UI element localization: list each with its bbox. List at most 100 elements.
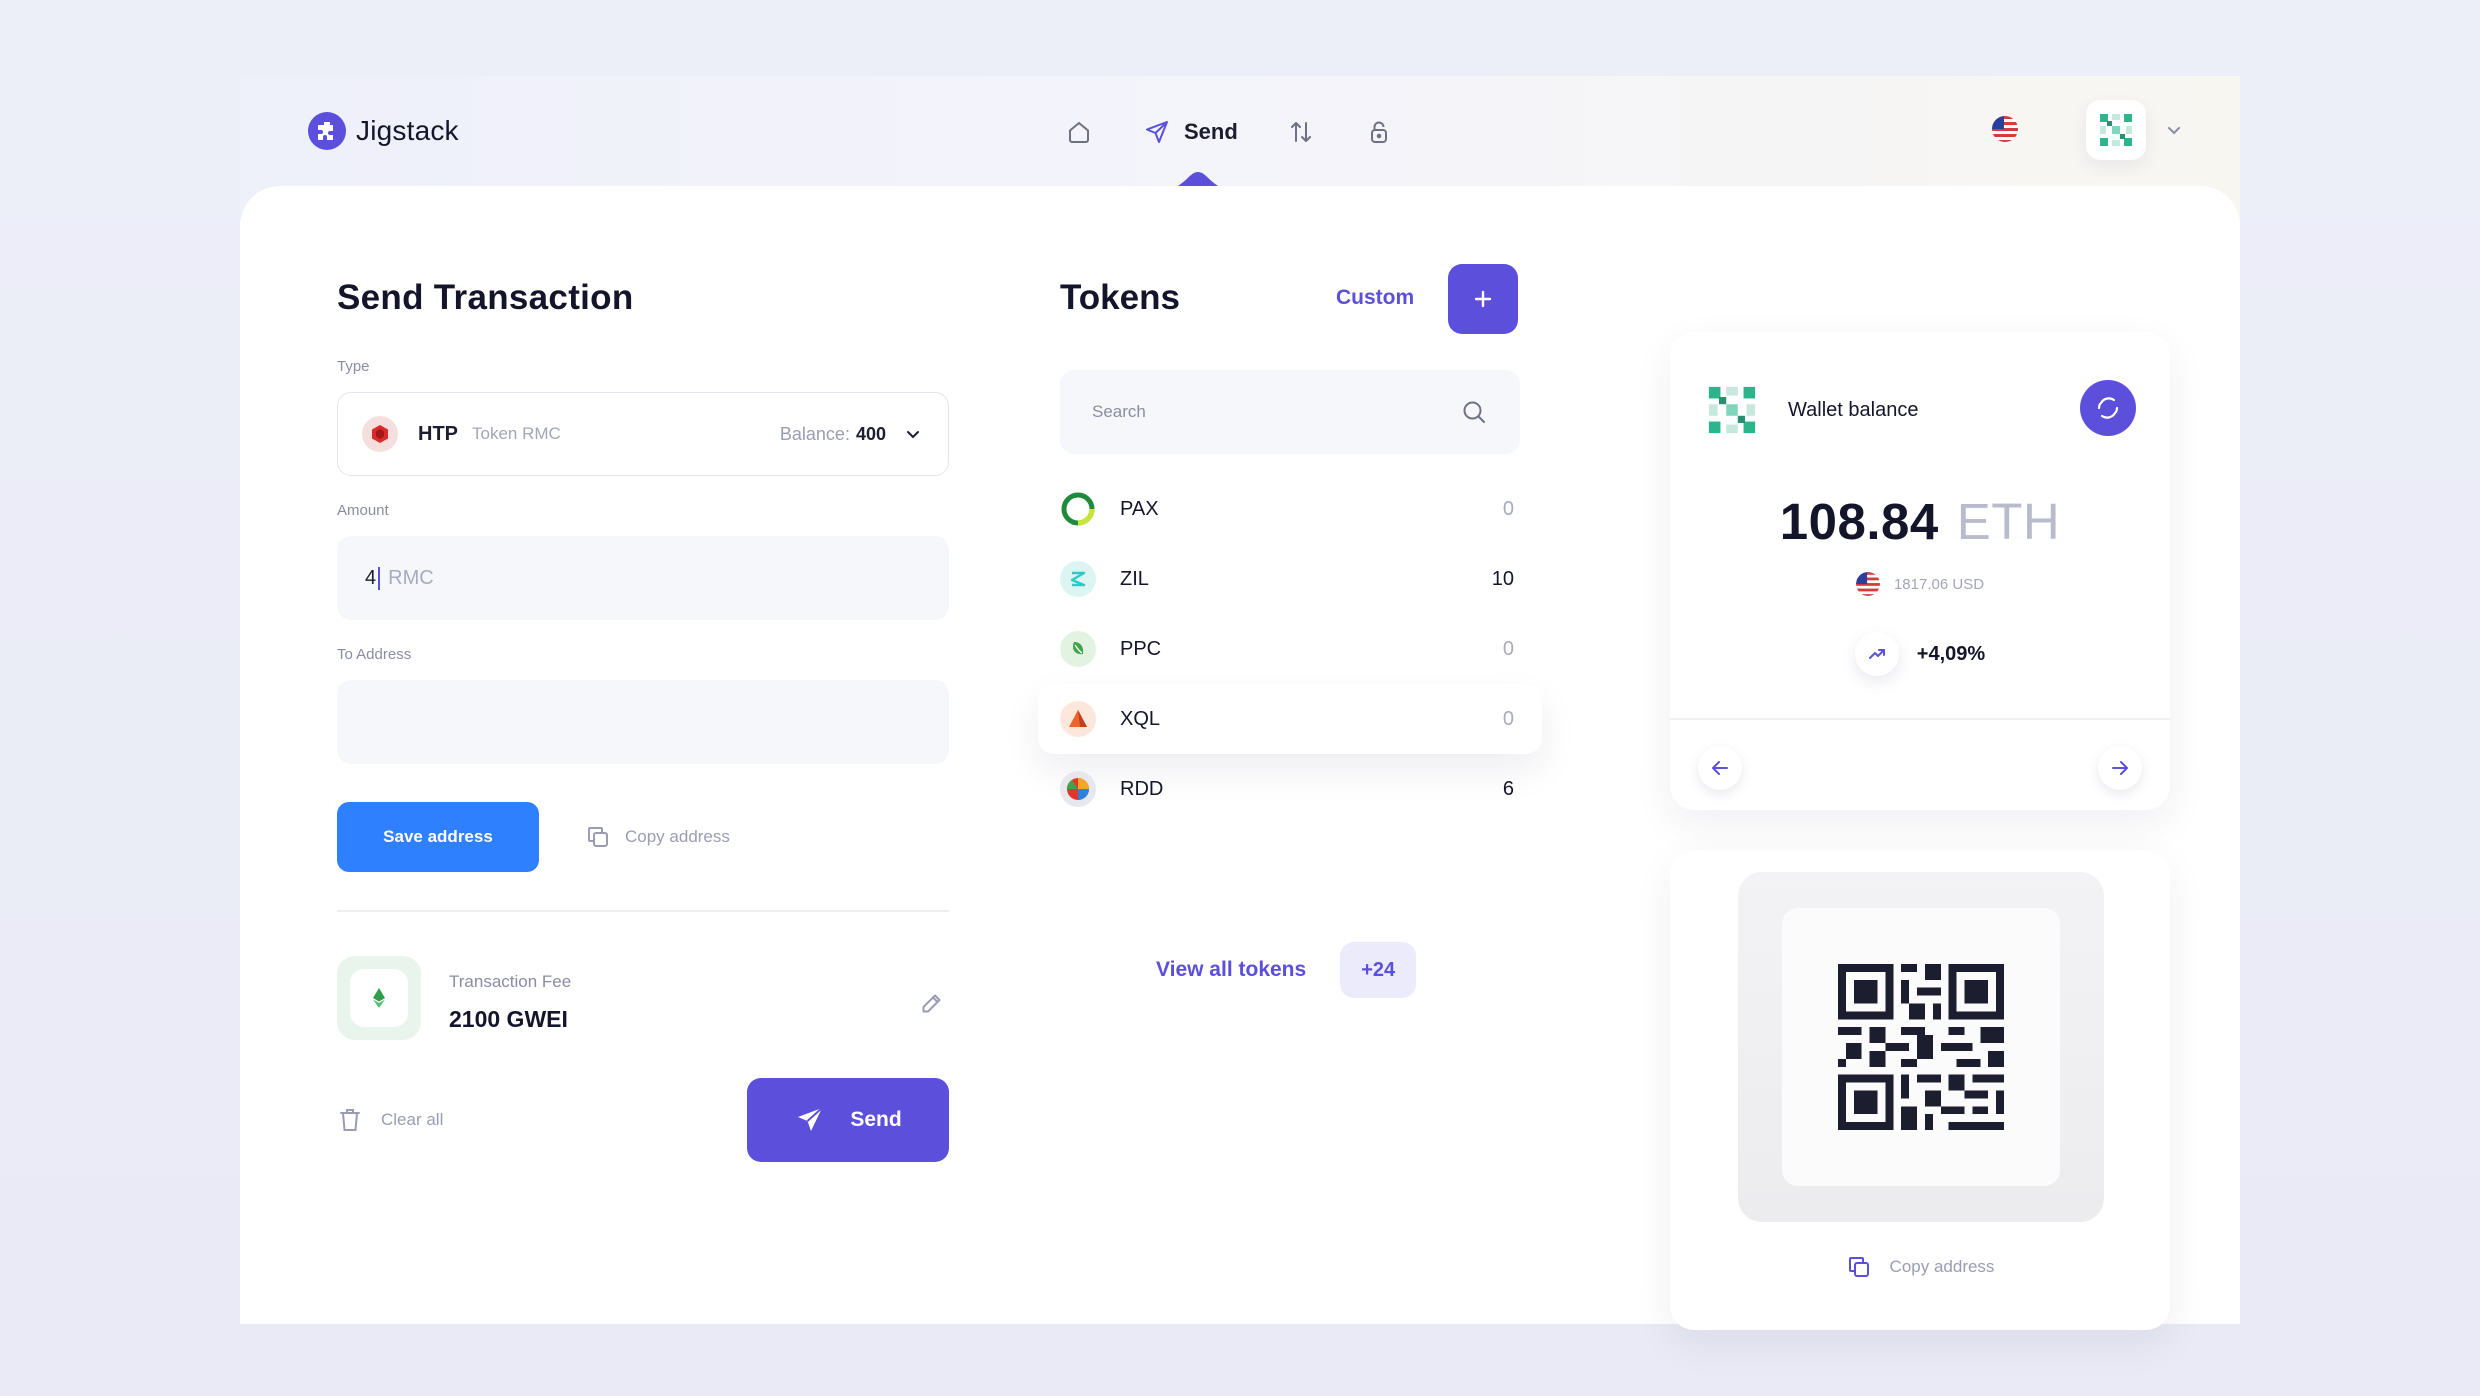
qr-copy-address[interactable]: Copy address bbox=[1670, 1254, 2170, 1280]
paper-plane-icon bbox=[798, 1107, 823, 1131]
ethereum-icon bbox=[373, 988, 385, 1008]
copy-address-link[interactable]: Copy address bbox=[585, 824, 730, 850]
wallet-balance-card: Wallet balance 108.84 ETH 1817.06 USD +4… bbox=[1670, 332, 2170, 810]
token-balance: 0 bbox=[1502, 497, 1514, 520]
nav-home[interactable] bbox=[1040, 104, 1118, 160]
clear-all-button[interactable]: Clear all bbox=[337, 1106, 443, 1134]
fee-token-badge bbox=[337, 956, 421, 1040]
copy-icon bbox=[588, 827, 608, 847]
htp-token-icon bbox=[362, 416, 398, 452]
type-token-name: HTP bbox=[418, 422, 458, 445]
chevron-down-icon[interactable] bbox=[2162, 118, 2186, 142]
qr-code-icon bbox=[1838, 964, 2004, 1130]
view-all-link[interactable]: View all tokens bbox=[1156, 958, 1306, 982]
token-symbol: XQL bbox=[1120, 707, 1161, 730]
token-list: PAX 0 ZIL 10 PPC 0 XQL 0 RDD 6 bbox=[1038, 474, 1542, 824]
xql-icon bbox=[1060, 701, 1096, 737]
refresh-button[interactable] bbox=[2080, 380, 2136, 436]
add-token-button[interactable] bbox=[1448, 264, 1518, 334]
arrow-right-icon bbox=[2112, 761, 2128, 775]
tokens-title: Tokens bbox=[1060, 278, 1180, 317]
app-window: Jigstack Send Send Transaction Type HTP … bbox=[240, 76, 2240, 1330]
usd-value: 1817.06 USD bbox=[1893, 575, 1985, 593]
rdd-icon bbox=[1060, 771, 1096, 807]
copy-address-label: Copy address bbox=[625, 827, 730, 846]
type-token-sub: Token RMC bbox=[472, 424, 561, 443]
top-bar: Jigstack Send bbox=[240, 76, 2240, 190]
balance-display: 108.84 ETH bbox=[1670, 492, 2170, 551]
send-button[interactable]: Send bbox=[747, 1078, 949, 1162]
wallet-divider bbox=[1670, 718, 2170, 720]
avatar[interactable] bbox=[2086, 100, 2146, 160]
zil-icon bbox=[1060, 561, 1096, 597]
us-flag-icon[interactable] bbox=[1992, 116, 2018, 142]
balance-unit: ETH bbox=[1956, 493, 2061, 550]
home-icon bbox=[1069, 121, 1089, 143]
type-balance: Balance: 400 bbox=[780, 423, 924, 445]
token-balance: 0 bbox=[1502, 707, 1514, 730]
brand[interactable]: Jigstack bbox=[308, 112, 459, 150]
plus-icon bbox=[1474, 290, 1492, 308]
address-label: To Address bbox=[337, 646, 412, 663]
more-tokens-badge[interactable]: +24 bbox=[1340, 942, 1417, 998]
send-button-label: Send bbox=[850, 1108, 902, 1131]
fee-label: Transaction Fee bbox=[449, 972, 572, 991]
avatar-pattern-icon bbox=[2100, 114, 2132, 146]
custom-token-link[interactable]: Custom bbox=[1336, 286, 1414, 310]
search-icon[interactable] bbox=[1460, 398, 1488, 426]
nav-send-label: Send bbox=[1184, 119, 1238, 144]
divider bbox=[337, 910, 949, 912]
clear-all-label: Clear all bbox=[381, 1110, 444, 1129]
send-title: Send Transaction bbox=[337, 278, 634, 317]
view-all-tokens[interactable]: View all tokens +24 bbox=[1156, 942, 1417, 998]
prev-wallet-button[interactable] bbox=[1698, 746, 1742, 790]
fee-value: 2100 GWEI bbox=[449, 1006, 568, 1032]
arrow-left-icon bbox=[1712, 761, 1728, 775]
to-address-input[interactable] bbox=[337, 680, 949, 764]
token-type-select[interactable]: HTP Token RMC Balance: 400 bbox=[337, 392, 949, 476]
token-row-zil[interactable]: ZIL 10 bbox=[1038, 544, 1542, 614]
token-symbol: PPC bbox=[1120, 637, 1162, 660]
qr-code[interactable] bbox=[1782, 908, 2060, 1186]
token-row-xql[interactable]: XQL 0 bbox=[1038, 684, 1542, 754]
nav-send[interactable]: Send bbox=[1118, 104, 1262, 160]
next-wallet-button[interactable] bbox=[2098, 746, 2142, 790]
token-balance: 10 bbox=[1491, 567, 1514, 590]
amount-unit: RMC bbox=[388, 566, 434, 589]
token-search-input[interactable] bbox=[1092, 402, 1460, 422]
token-row-rdd[interactable]: RDD 6 bbox=[1038, 754, 1542, 824]
token-balance: 0 bbox=[1502, 637, 1514, 660]
lock-icon bbox=[1370, 121, 1387, 143]
us-flag-icon bbox=[1855, 572, 1880, 596]
chevron-down-icon bbox=[907, 431, 919, 439]
save-address-button[interactable]: Save address bbox=[337, 802, 539, 872]
swap-arrows-icon bbox=[1290, 122, 1311, 142]
nav-lock[interactable] bbox=[1340, 104, 1418, 160]
pencil-icon[interactable] bbox=[919, 992, 943, 1016]
token-row-pax[interactable]: PAX 0 bbox=[1038, 474, 1542, 544]
qr-copy-label: Copy address bbox=[1889, 1257, 1995, 1276]
balance-value: 400 bbox=[855, 423, 886, 444]
refresh-icon bbox=[2097, 397, 2119, 419]
amount-input[interactable]: 4 RMC bbox=[337, 536, 949, 620]
amount-value: 4 bbox=[365, 566, 381, 590]
wallet-avatar-icon bbox=[1708, 386, 1756, 434]
nav-swap[interactable] bbox=[1262, 104, 1340, 160]
token-balance: 6 bbox=[1502, 777, 1514, 800]
paper-plane-icon bbox=[1146, 121, 1168, 143]
type-label: Type bbox=[337, 358, 370, 375]
brand-name: Jigstack bbox=[356, 115, 459, 146]
ppc-icon bbox=[1060, 631, 1096, 667]
main-panel: Send Transaction Type HTP Token RMC Bala… bbox=[240, 186, 2240, 1330]
token-row-ppc[interactable]: PPC 0 bbox=[1038, 614, 1542, 684]
trash-icon bbox=[340, 1109, 360, 1131]
token-search-field[interactable] bbox=[1060, 370, 1520, 454]
change-row: +4,09% bbox=[1670, 632, 2170, 676]
main-nav: Send bbox=[1040, 104, 1418, 160]
qr-code-card: Copy address bbox=[1670, 850, 2170, 1330]
usd-value-row: 1817.06 USD bbox=[1670, 572, 2170, 596]
pax-icon bbox=[1060, 491, 1096, 527]
wallet-head: Wallet balance bbox=[1706, 384, 1918, 436]
wallet-title: Wallet balance bbox=[1788, 398, 1919, 421]
token-symbol: ZIL bbox=[1120, 567, 1149, 590]
